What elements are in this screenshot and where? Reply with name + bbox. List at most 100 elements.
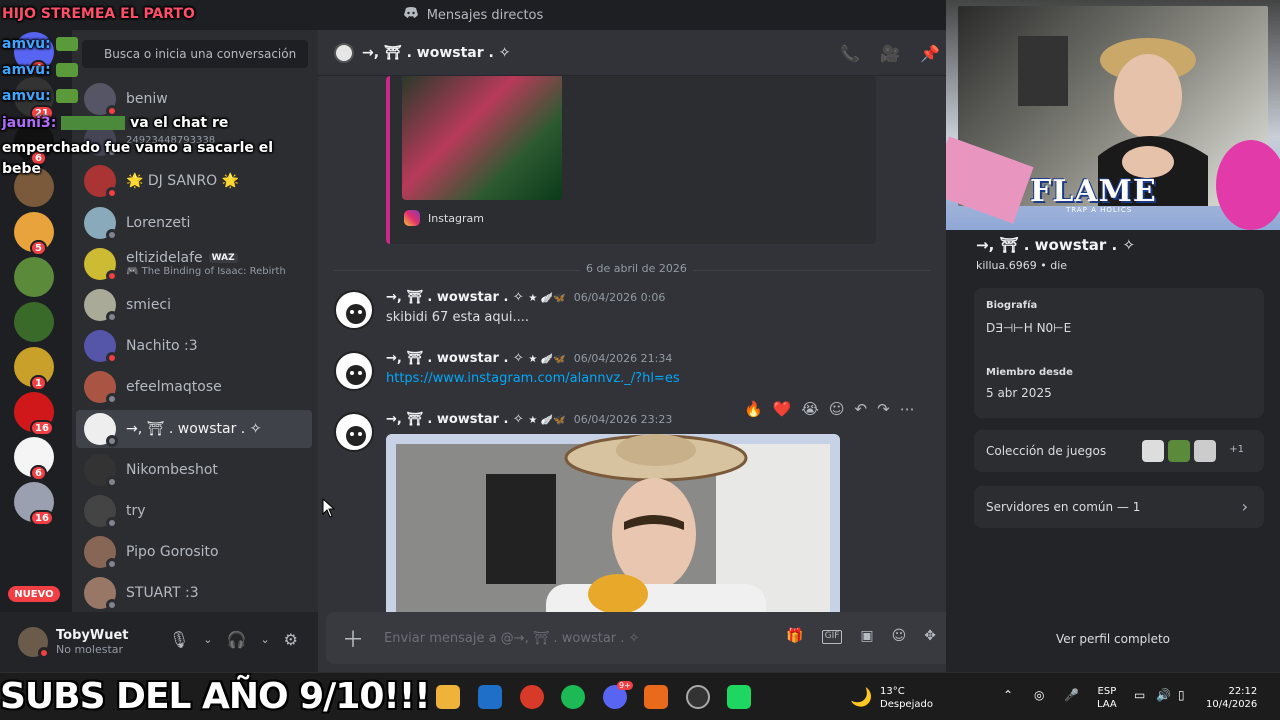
pin-icon[interactable]: 📌 (920, 44, 940, 63)
dm-subtext: 🎮 The Binding of Isaac: Rebirth (126, 266, 286, 278)
dm-name: smieci (126, 297, 172, 313)
reaction-heart[interactable]: ❤️ (773, 400, 792, 418)
chrome-icon[interactable] (520, 685, 544, 709)
language-top: ESP (1097, 686, 1117, 697)
reply-icon[interactable]: ↶ (855, 400, 868, 418)
message-image-attachment[interactable] (386, 434, 840, 634)
dm-item[interactable]: efeelmaqtose (76, 368, 312, 406)
games-collection-card[interactable]: Colección de juegos +1 (974, 430, 1264, 472)
moon-weather-icon: 🌙 (850, 687, 873, 708)
user-avatar[interactable] (18, 627, 50, 659)
dm-avatar (84, 495, 118, 529)
weather-temp: 13°C (880, 686, 905, 697)
network-icon[interactable]: ▭ (1134, 688, 1145, 702)
embed-image[interactable] (402, 76, 562, 200)
message-author[interactable]: →, ⛩ . wowstar . ✧ (386, 351, 524, 366)
dm-item[interactable]: 🌟 DJ SANRO 🌟 (76, 162, 312, 200)
dm-item[interactable]: Nikombeshot (76, 451, 312, 489)
discord-badge: 9+ (617, 681, 633, 690)
new-servers-badge[interactable]: NUEVO (8, 586, 60, 602)
forward-icon[interactable]: ↷ (877, 400, 890, 418)
server-icon[interactable] (14, 257, 54, 297)
battery-icon[interactable]: ▯ (1178, 688, 1185, 702)
emote-icon (55, 37, 78, 51)
status-indicator-icon (106, 352, 118, 365)
dm-name: 🌟 DJ SANRO 🌟 (126, 173, 240, 190)
overlay-chat-line: amvu: (2, 62, 78, 78)
attach-plus-icon[interactable]: ＋ (342, 622, 366, 654)
message-author[interactable]: →, ⛩ . wowstar . ✧ (386, 290, 524, 305)
dm-item[interactable]: try (76, 492, 312, 530)
reaction-crying[interactable]: 😭 (801, 400, 819, 418)
dm-item[interactable]: Nachito :3 (76, 327, 312, 365)
emoji-icon[interactable]: ☺ (892, 628, 907, 644)
weather-widget[interactable]: 13°C Despejado (880, 685, 933, 711)
header-username[interactable]: →, ⛩ . wowstar . ✧ (362, 45, 510, 61)
status-indicator-icon (106, 393, 118, 406)
dm-item[interactable]: beniw (76, 80, 312, 118)
dm-item[interactable]: →, ⛩ . wowstar . ✧ (76, 409, 312, 448)
chevron-down-icon[interactable]: ⌄ (260, 633, 269, 649)
dm-name: Nachito :3 (126, 338, 198, 355)
cloud-app-icon[interactable] (644, 685, 668, 709)
dm-item[interactable]: Lorenzeti (76, 204, 312, 242)
spotify-icon[interactable] (561, 685, 585, 709)
clock[interactable]: 22:12 10/4/2026 (1206, 685, 1257, 711)
more-options-icon[interactable]: ⋯ (900, 400, 915, 418)
gift-icon[interactable]: 🎁 (786, 628, 803, 644)
message-avatar[interactable] (334, 290, 374, 330)
dm-item[interactable]: STUART :3 (76, 574, 312, 612)
view-full-profile-link[interactable]: Ver perfil completo (946, 632, 1280, 646)
server-mention-badge: 5 (30, 240, 47, 256)
window-title: Mensajes directos (426, 7, 544, 23)
dm-item[interactable]: smieci (76, 286, 312, 324)
emote-icon (61, 116, 126, 130)
dm-item[interactable]: Pipo Gorosito (76, 533, 312, 571)
microphone-icon[interactable]: 🎙 (169, 630, 189, 649)
gif-icon[interactable]: GIF (821, 630, 843, 644)
chevron-down-icon[interactable]: ⌄ (203, 633, 212, 649)
dm-avatar (84, 247, 118, 282)
tray-mic-icon[interactable]: 🎤 (1064, 688, 1079, 702)
reaction-fire[interactable]: 🔥 (744, 400, 763, 418)
dm-search-input[interactable]: Busca o inicia una conversación (82, 40, 308, 68)
message-avatar[interactable] (334, 351, 374, 391)
dm-avatar (84, 206, 118, 241)
dm-item[interactable]: eltizidelafe WAZ 🎮 The Binding of Isaac: R… (76, 245, 312, 283)
voice-call-icon[interactable]: 📞 (840, 44, 860, 63)
status-indicator-icon (106, 434, 118, 447)
header-avatar[interactable] (334, 42, 354, 63)
message-author[interactable]: →, ⛩ . wowstar . ✧ (386, 412, 524, 427)
language-indicator[interactable]: ESP LAA (1097, 685, 1117, 711)
apps-icon[interactable]: ✥ (924, 628, 936, 644)
file-explorer-icon[interactable] (436, 685, 460, 709)
server-icon[interactable] (14, 302, 54, 342)
sticker-icon[interactable]: ▣ (860, 628, 873, 644)
status-indicator-icon (106, 228, 118, 241)
video-call-icon[interactable]: 🎥 (880, 44, 900, 63)
dm-name: Lorenzeti (126, 214, 191, 231)
games-extra-count: +1 (1229, 444, 1244, 455)
message-avatar[interactable] (334, 412, 374, 452)
settings-gear-icon[interactable]: ⚙ (284, 630, 298, 649)
user-panel: TobyWuet No molestar 🎙 ⌄ 🎧 ⌄ ⚙ (0, 612, 318, 672)
message-badges: ★ 🪽🦋 (528, 354, 566, 365)
instagram-embed[interactable]: Instagram (386, 76, 876, 244)
bio-label: Biografía (986, 300, 1038, 311)
store-icon[interactable] (478, 685, 502, 709)
obs-icon[interactable] (686, 685, 710, 709)
mutual-servers-card[interactable]: Servidores en común — 1 › (974, 486, 1264, 528)
tray-app-icon[interactable]: ◎ (1034, 688, 1044, 702)
tray-chevron-icon[interactable]: ⌃ (1003, 688, 1013, 702)
overlay-top-line: HIJO STREMEA EL PARTO (2, 6, 195, 22)
headphones-icon[interactable]: 🎧 (227, 630, 247, 649)
user-status: No molestar (56, 643, 124, 656)
kick-icon[interactable] (727, 685, 751, 709)
add-reaction-icon[interactable]: ☺ (829, 400, 845, 418)
member-since-label: Miembro desde (986, 367, 1073, 378)
message-link[interactable]: https://www.instagram.com/alannvz._/?hl=… (386, 371, 680, 386)
message-input[interactable]: Enviar mensaje a @→, ⛩ . wowstar . ✧ (384, 631, 639, 646)
dm-name: efeelmaqtose (126, 379, 222, 396)
overlay-chat-line: jauni3: va el chat re (2, 115, 229, 131)
volume-icon[interactable]: 🔊 (1156, 688, 1171, 702)
